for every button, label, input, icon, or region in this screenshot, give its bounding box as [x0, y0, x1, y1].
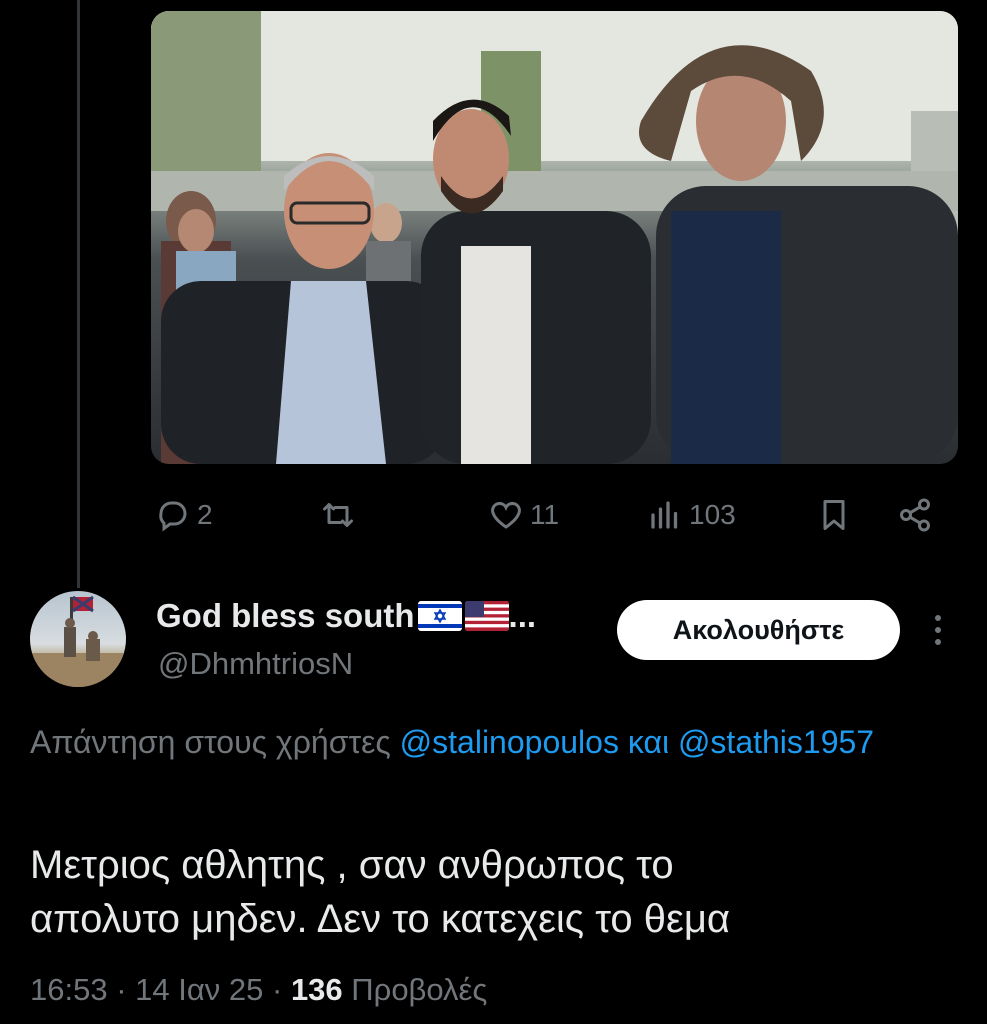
usa-flag-icon	[464, 601, 509, 631]
reply-icon	[159, 501, 187, 532]
tweet-views-label: Προβολές	[351, 972, 488, 1007]
mention-link[interactable]: @stalinopoulos	[400, 724, 619, 760]
replying-to-label: Απάντηση στους χρήστες	[30, 724, 391, 760]
share-icon	[900, 498, 930, 532]
share-button[interactable]	[897, 493, 933, 537]
reply-button[interactable]: 2	[155, 493, 213, 537]
mention-link[interactable]: @stathis1957	[678, 724, 874, 760]
photo-illustration	[151, 11, 958, 464]
like-button[interactable]: 11	[488, 493, 559, 537]
bookmark-button[interactable]	[816, 493, 852, 537]
tweet-photo[interactable]	[151, 11, 958, 464]
display-name[interactable]: God bless south ...	[156, 597, 536, 635]
avatar[interactable]	[30, 591, 126, 687]
tweet-text-line: απολυτο μηδεν. Δεν το κατεχεις το θεμα	[30, 897, 731, 941]
tweet-actions: 2 11 103	[0, 493, 987, 537]
tweet-views-count: 136	[290, 972, 343, 1007]
retweet-icon	[323, 503, 353, 527]
views-count: 103	[689, 499, 736, 530]
reply-count: 2	[197, 499, 213, 530]
views-button[interactable]: 103	[647, 493, 736, 537]
display-name-text: God bless south	[156, 597, 415, 634]
more-options-button[interactable]	[925, 610, 951, 650]
tweet-meta: 16:53 · 14 Ιαν 25 · 136 Προβολές	[30, 972, 487, 1008]
meta-separator: ·	[272, 972, 291, 1007]
views-icon	[651, 501, 678, 529]
tweet-time[interactable]: 16:53	[30, 972, 108, 1007]
like-count: 11	[530, 499, 560, 530]
tweet-text: Μετριος αθλητης , σαν ανθρωπος το απολυτ…	[30, 838, 950, 946]
avatar-image	[30, 595, 126, 687]
meta-separator: ·	[116, 972, 136, 1007]
user-handle[interactable]: @DhmhtriosN	[158, 646, 353, 682]
israel-flag-icon	[417, 601, 462, 631]
more-icon	[935, 615, 941, 645]
mention-joiner: και	[627, 724, 670, 760]
tweet-date[interactable]: 14 Ιαν 25	[135, 972, 263, 1007]
retweet-button[interactable]	[320, 493, 356, 537]
heart-icon	[491, 501, 521, 529]
display-name-ellipsis: ...	[508, 597, 537, 634]
replying-to: Απάντηση στους χρήστες @stalinopoulos κα…	[30, 718, 930, 766]
tweet-text-line: Μετριος αθλητης , σαν ανθρωπος το	[30, 843, 674, 887]
follow-button[interactable]: Ακολουθήστε	[617, 600, 900, 660]
bookmark-icon	[823, 500, 845, 530]
